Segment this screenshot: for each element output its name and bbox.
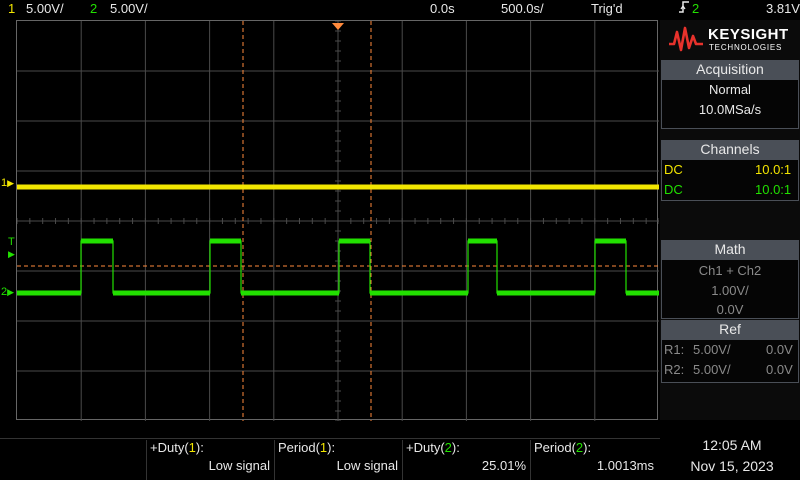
meas-label: Period(1): [278, 440, 336, 455]
meas-label: +Duty(2): [406, 440, 460, 455]
sample-rate: 10.0MSa/s [698, 102, 762, 117]
ch2-ground-marker[interactable]: 2▶ [1, 286, 14, 298]
measurement-period-ch2[interactable]: Period(2): 1.0013ms [530, 440, 658, 480]
trigger-position-icon[interactable] [332, 18, 344, 36]
acquisition-header[interactable]: Acquisition [661, 60, 799, 79]
waveform-display[interactable] [16, 20, 659, 421]
time-scale[interactable]: 500.0s/ [501, 0, 544, 18]
channels-header[interactable]: Channels [661, 140, 799, 159]
brand-sub: TECHNOLOGIES [709, 43, 783, 52]
trigger-status: Trig'd [591, 1, 623, 16]
meas-value: 25.01% [481, 458, 526, 473]
meas-value: 1.0013ms [596, 458, 654, 473]
ch2-probe: 10.0:1 [755, 182, 792, 197]
graticule [17, 21, 659, 421]
measurement-duty-ch1[interactable]: +Duty(1): Low signal [146, 440, 274, 480]
clock-date: Nov 15, 2023 [690, 458, 774, 474]
math-scale: 1.00V/ [711, 283, 749, 298]
meas-label: Period(2): [534, 440, 592, 455]
trigger-source[interactable]: 2 [692, 0, 699, 18]
acquisition-mode: Normal [709, 82, 751, 97]
ref-r2-scale: 5.00V/ [693, 362, 731, 377]
trigger-level-marker[interactable]: T ▶ [8, 236, 15, 260]
ref-r2-offset: 0.0V [766, 362, 793, 377]
ref-r1-label: R1: [664, 342, 685, 357]
trigger-level[interactable]: 3.81V [766, 0, 800, 18]
time-offset[interactable]: 0.0s [430, 0, 455, 18]
ref-r2-label: R2: [664, 362, 685, 377]
trigger-marker-label: T [8, 236, 15, 248]
meas-value: Low signal [208, 458, 270, 473]
ref-header[interactable]: Ref [661, 320, 799, 339]
measurement-duty-ch2[interactable]: +Duty(2): 25.01% [402, 440, 530, 480]
ref-r1-offset: 0.0V [766, 342, 793, 357]
ref-r1-scale: 5.00V/ [693, 342, 731, 357]
ch1-coupling: DC [664, 162, 683, 177]
ch1-ground-marker[interactable]: 1▶ [1, 177, 14, 189]
edge-trigger-icon[interactable] [678, 0, 690, 19]
measurement-period-ch1[interactable]: Period(1): Low signal [274, 440, 402, 480]
measurement-divider [0, 438, 660, 439]
clock-time: 12:05 AM [702, 437, 762, 453]
brand-name: KEYSIGHT [708, 26, 789, 43]
math-offset: 0.0V [716, 302, 744, 317]
meas-label: +Duty(1): [150, 440, 204, 455]
ch2-scale[interactable]: 5.00V/ [110, 0, 148, 18]
ch1-number[interactable]: 1 [8, 0, 15, 18]
math-header[interactable]: Math [661, 240, 799, 259]
ch2-number[interactable]: 2 [90, 0, 97, 18]
ch2-coupling: DC [664, 182, 683, 197]
ch1-scale[interactable]: 5.00V/ [26, 0, 64, 18]
meas-value: Low signal [336, 458, 398, 473]
waveform-canvas [17, 21, 659, 421]
status-bar: 1 5.00V/ 2 5.00V/ 0.0s 500.0s/ Trig'd 2 … [0, 0, 800, 18]
ch1-probe: 10.0:1 [755, 162, 792, 177]
math-expression: Ch1 + Ch2 [698, 263, 762, 278]
